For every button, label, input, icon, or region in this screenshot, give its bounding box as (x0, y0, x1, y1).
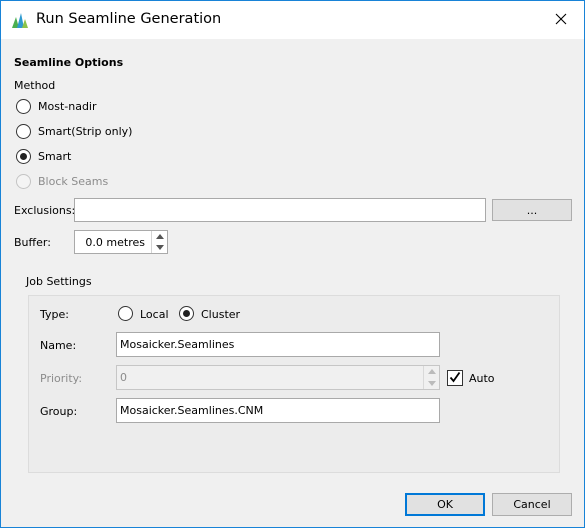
priority-spin-up-icon (424, 366, 439, 378)
method-block-seams-radio (16, 174, 31, 189)
buffer-spin-arrows[interactable] (151, 231, 167, 253)
priority-value: 0 (120, 371, 127, 384)
method-smart-strip-label[interactable]: Smart(Strip only) (38, 125, 132, 138)
close-button[interactable] (538, 1, 584, 39)
priority-spinbox: 0 (116, 365, 440, 390)
cancel-button-label: Cancel (513, 498, 551, 511)
exclusions-browse-button[interactable]: ... (492, 199, 572, 221)
dialog-window: Run Seamline Generation Seamline Options… (0, 0, 585, 528)
auto-checkbox[interactable] (447, 370, 463, 386)
exclusions-label: Exclusions: (14, 204, 76, 217)
exclusions-input[interactable] (74, 198, 486, 222)
ok-button[interactable]: OK (405, 493, 485, 516)
cancel-button[interactable]: Cancel (492, 493, 572, 516)
seamline-options-heading: Seamline Options (14, 56, 124, 69)
type-local-label[interactable]: Local (140, 308, 169, 321)
window-title: Run Seamline Generation (36, 11, 222, 27)
auto-label[interactable]: Auto (469, 372, 495, 385)
name-value: Mosaicker.Seamlines (120, 338, 235, 351)
priority-label: Priority: (40, 372, 83, 385)
title-bar: Run Seamline Generation (1, 1, 584, 39)
close-icon (555, 13, 567, 28)
buffer-label: Buffer: (14, 236, 51, 249)
method-most-nadir-label[interactable]: Most-nadir (38, 100, 97, 113)
spin-up-icon[interactable] (152, 231, 167, 242)
type-cluster-radio[interactable] (179, 306, 194, 321)
method-most-nadir-radio[interactable] (16, 99, 31, 114)
ok-button-label: OK (437, 498, 453, 511)
app-icon (11, 11, 29, 29)
spin-down-icon[interactable] (152, 242, 167, 253)
method-smart-radio[interactable] (16, 149, 31, 164)
buffer-value: 0.0 metres (85, 235, 145, 249)
method-block-seams-label: Block Seams (38, 175, 109, 188)
checkmark-icon (449, 371, 461, 386)
method-label: Method (14, 79, 56, 92)
type-cluster-label[interactable]: Cluster (201, 308, 240, 321)
job-settings-heading: Job Settings (26, 275, 92, 288)
browse-button-label: ... (526, 203, 538, 217)
name-label: Name: (40, 339, 77, 352)
priority-spin-down-icon (424, 378, 439, 390)
group-input[interactable]: Mosaicker.Seamlines.CNM (116, 398, 440, 423)
type-label: Type: (40, 308, 69, 321)
method-smart-label[interactable]: Smart (38, 150, 71, 163)
name-input[interactable]: Mosaicker.Seamlines (116, 332, 440, 357)
priority-spin-arrows (423, 366, 439, 389)
group-label: Group: (40, 405, 78, 418)
method-smart-strip-radio[interactable] (16, 124, 31, 139)
group-value: Mosaicker.Seamlines.CNM (120, 404, 264, 417)
type-local-radio[interactable] (118, 306, 133, 321)
